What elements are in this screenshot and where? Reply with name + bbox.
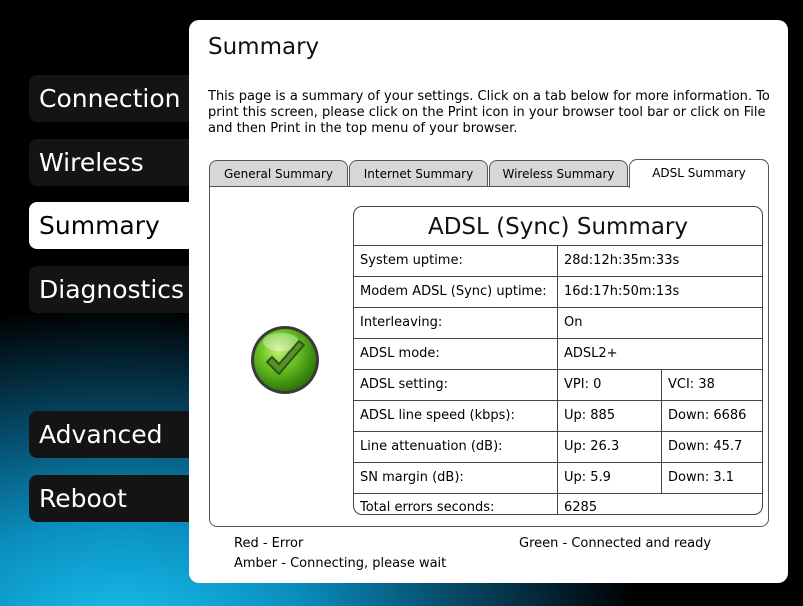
tab-general-summary[interactable]: General Summary [209,160,348,187]
table-row: Total errors seconds: 6285 [354,494,762,515]
legend-green: Green - Connected and ready [519,536,712,551]
nav-wireless[interactable]: Wireless [29,139,189,186]
nav-advanced[interactable]: Advanced [29,411,189,458]
row-value-2: Down: 45.7 [661,432,762,462]
row-value: 28d:12h:35m:33s [564,253,680,268]
row-value: Up: 26.3 [564,439,620,454]
table-row: ADSL mode: ADSL2+ [354,339,762,370]
table-row: ADSL setting: VPI: 0 VCI: 38 [354,370,762,401]
row-label: SN margin (dB): [354,463,558,493]
row-value: 6285 [564,500,598,515]
table-row: Line attenuation (dB): Up: 26.3 Down: 45… [354,432,762,463]
table-row: Modem ADSL (Sync) uptime: 16d:17h:50m:13… [354,277,762,308]
row-value: On [564,315,583,330]
row-label: ADSL setting: [354,370,558,400]
row-value-2: VCI: 38 [661,370,762,400]
row-value: 16d:17h:50m:13s [564,284,680,299]
row-label: Modem ADSL (Sync) uptime: [354,277,558,307]
row-label: System uptime: [354,246,558,276]
row-value: ADSL2+ [564,346,618,361]
nav-diagnostics[interactable]: Diagnostics [29,266,189,313]
legend-amber: Amber - Connecting, please wait [234,556,447,571]
summary-title: ADSL (Sync) Summary [354,207,762,246]
row-label: Line attenuation (dB): [354,432,558,462]
row-label: ADSL line speed (kbps): [354,401,558,431]
page-title: Summary [208,34,320,60]
tab-wireless-summary[interactable]: Wireless Summary [489,160,628,187]
row-value: Up: 5.9 [564,470,611,485]
row-label: ADSL mode: [354,339,558,369]
main-panel: Summary This page is a summary of your s… [189,20,788,583]
table-row: ADSL line speed (kbps): Up: 885 Down: 66… [354,401,762,432]
table-row: Interleaving: On [354,308,762,339]
table-row: System uptime: 28d:12h:35m:33s [354,246,762,277]
green-check-icon [251,326,319,394]
nav-reboot[interactable]: Reboot [29,475,189,522]
table-row: SN margin (dB): Up: 5.9 Down: 3.1 [354,463,762,494]
nav-connection[interactable]: Connection [29,75,189,122]
intro-text: This page is a summary of your settings.… [208,89,770,136]
row-label: Interleaving: [354,308,558,338]
tab-adsl-summary[interactable]: ADSL Summary [629,159,769,188]
legend-red: Red - Error [234,536,304,551]
row-value: VPI: 0 [564,377,602,392]
tab-internet-summary[interactable]: Internet Summary [349,160,488,187]
nav-summary[interactable]: Summary [29,202,189,249]
row-label: Total errors seconds: [354,494,558,514]
row-value-2: Down: 6686 [661,401,762,431]
row-value-2: Down: 3.1 [661,463,762,493]
row-value: Up: 885 [564,408,616,423]
adsl-summary-table: ADSL (Sync) Summary System uptime: 28d:1… [353,206,763,515]
